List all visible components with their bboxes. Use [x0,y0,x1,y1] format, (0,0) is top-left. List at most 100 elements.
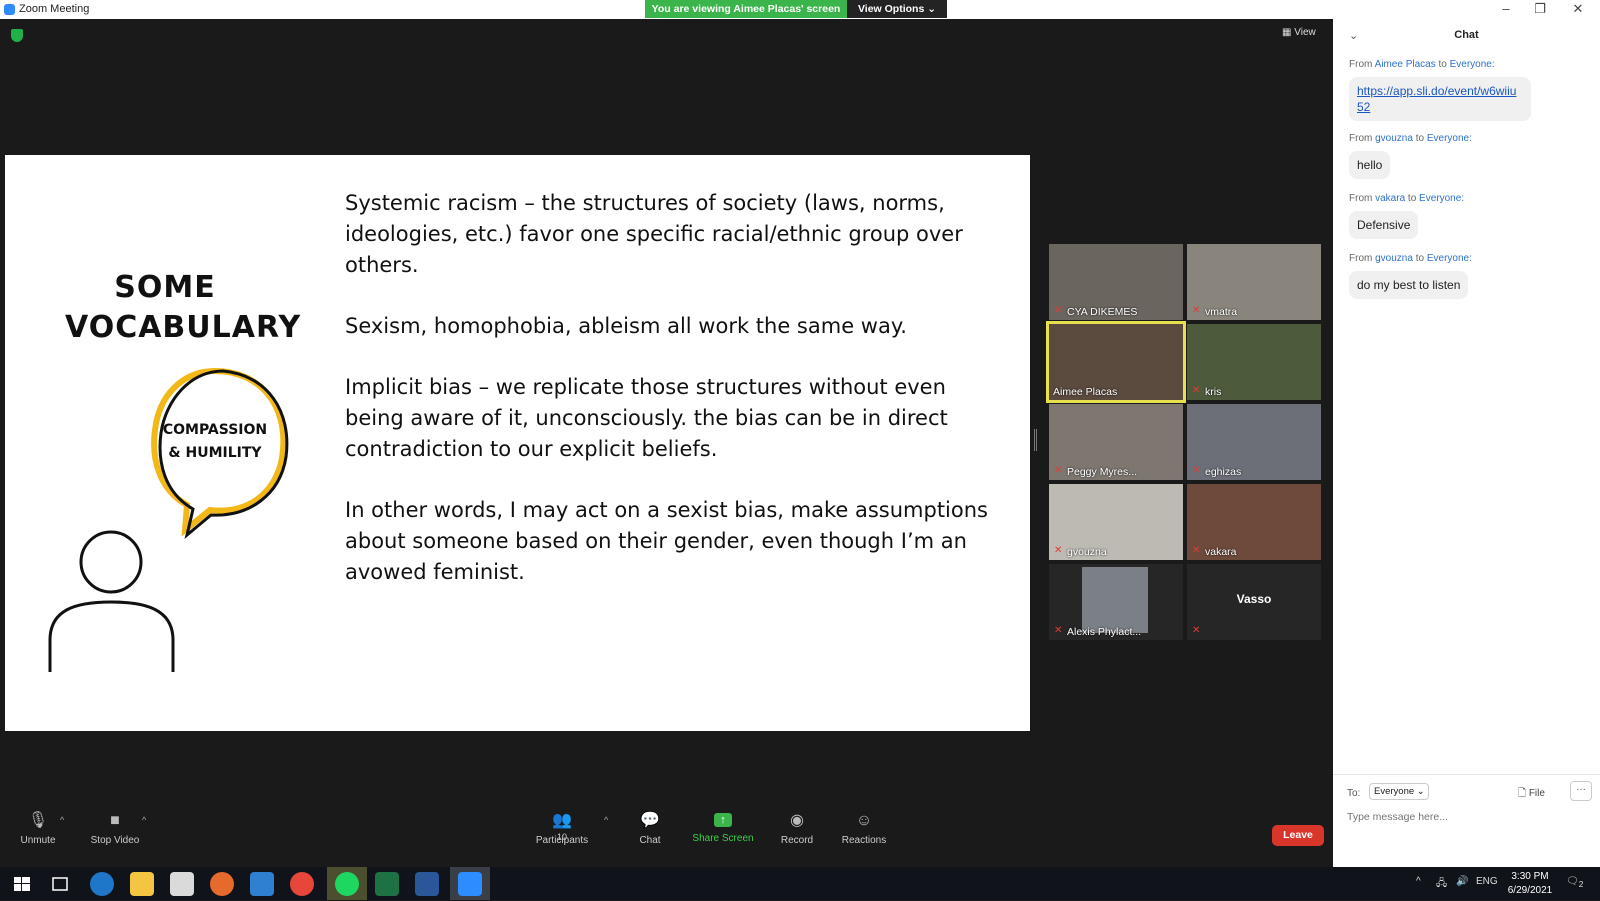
participant-name: CYA DIKEMES [1067,306,1138,318]
to-label: To: [1347,788,1361,799]
chat-message-link[interactable]: https://app.sli.do/event/w6wiiu52 [1349,77,1531,121]
chat-compose-area: To: Everyone ⌄ 🗋 File ··· [1333,774,1600,867]
chat-message-header: From gvouzna to Everyone: [1349,253,1589,264]
shared-screen-slide: SOME VOCABULARY COMPASSION & HUMILITY Sy… [5,155,1030,731]
title-bar: Zoom Meeting You are viewing Aimee Placa… [0,0,1600,19]
clock-time: 3:30 PM [1511,871,1549,882]
bubble-line2: & HUMILITY [168,445,262,461]
file-button[interactable]: 🗋 File [1518,786,1545,803]
security-shield-icon[interactable] [11,29,23,42]
chat-message-text: hello [1349,151,1391,179]
show-hidden-icons-icon[interactable]: ^ [1416,876,1421,887]
close-icon[interactable]: ✕ [1568,1,1588,17]
restore-icon[interactable]: ❐ [1530,1,1550,17]
share-screen-button[interactable]: ↑ Share Screen [683,813,763,844]
volume-icon[interactable]: 🔊 [1456,876,1468,887]
profile-photo [1082,567,1148,633]
word-icon[interactable] [415,872,439,896]
network-icon[interactable]: 🖧 [1436,876,1447,893]
chat-message: From gvouzna to Everyone: hello [1349,133,1589,179]
participant-tile-active-speaker[interactable]: Aimee Placas [1046,321,1186,403]
meeting-toolbar: 🎙 Unmute ^ ■ Stop Video ^ 👥10 Participan… [0,805,1333,867]
zoom-taskbar-icon[interactable] [458,872,482,896]
muted-mic-icon: ✕ [1192,625,1201,636]
participant-tile[interactable]: ✕ kris [1187,324,1321,400]
video-options-chevron-icon[interactable]: ^ [142,815,146,825]
edge-browser-icon[interactable] [90,872,114,896]
file-label: File [1528,788,1545,799]
person-icon [48,530,175,672]
chrome-icon[interactable] [290,872,314,896]
view-label: View [1294,27,1316,38]
smiley-icon: ☺ [855,812,873,829]
chat-button[interactable]: 💬 Chat [610,812,690,847]
notifications-icon[interactable]: 🗨2 [1566,876,1583,889]
file-explorer-icon[interactable] [130,872,154,896]
sender-name[interactable]: vakara [1375,193,1405,204]
participant-tile[interactable]: ✕ CYA DIKEMES [1049,244,1183,320]
to-word: to [1415,133,1425,144]
slide-paragraph: In other words, I may act on a sexist bi… [345,498,988,584]
participant-tile[interactable]: ✕ vmatra [1187,244,1321,320]
share-screen-label: Share Screen [692,833,754,844]
spotify-icon[interactable] [335,872,359,896]
participant-tile[interactable]: ✕ eghizas [1187,404,1321,480]
participant-tile[interactable]: ✕ Peggy Myres... [1049,404,1183,480]
recipient-name: Everyone: [1449,59,1495,70]
view-button[interactable]: ▦ View [1282,27,1316,38]
mail-icon[interactable] [250,872,274,896]
splitter-handle[interactable] [1034,429,1037,451]
windows-start-icon[interactable] [10,872,34,896]
participant-tile[interactable]: ✕ Alexis Phylact... [1049,564,1183,640]
audio-options-chevron-icon[interactable]: ^ [60,815,64,825]
slide-heading-line2: VOCABULARY [65,310,302,345]
view-options-button[interactable]: View Options ⌄ [847,0,947,18]
chat-message: From vakara to Everyone: Defensive [1349,193,1589,239]
excel-icon[interactable] [375,872,399,896]
participant-name: kris [1205,386,1222,398]
sender-name[interactable]: Aimee Placas [1375,59,1436,70]
chat-message-header: From vakara to Everyone: [1349,193,1589,204]
from-word: From [1349,253,1373,264]
more-options-button[interactable]: ··· [1570,781,1592,801]
chat-message: From gvouzna to Everyone: do my best to … [1349,253,1589,299]
chat-message-text: do my best to listen [1349,271,1469,299]
chat-title: Chat [1454,29,1479,41]
participant-name: gvouzna [1067,546,1107,558]
participant-name: vmatra [1205,306,1238,318]
leave-button[interactable]: Leave [1272,825,1324,846]
participant-name: Aimee Placas [1053,386,1118,398]
clock-date: 6/29/2021 [1507,885,1553,896]
participant-tile[interactable]: ✕ gvouzna [1049,484,1183,560]
sender-name[interactable]: gvouzna [1375,133,1413,144]
chat-bubble-icon: 💬 [640,812,660,829]
recipient-name: Everyone: [1426,133,1472,144]
notification-count: 2 [1578,879,1584,889]
slide-paragraph: Implicit bias – we replicate those struc… [345,375,948,461]
chat-message-input[interactable] [1347,811,1587,823]
reactions-button[interactable]: ☺ Reactions [824,812,904,847]
participant-name: Peggy Myres... [1067,466,1138,478]
participants-button[interactable]: 👥10 Participants [522,813,602,847]
language-indicator[interactable]: ENG [1476,876,1498,887]
participant-name: vakara [1205,546,1237,558]
minimize-icon[interactable]: – [1496,1,1516,16]
store-icon[interactable] [170,872,194,896]
participants-options-chevron-icon[interactable]: ^ [604,815,608,825]
firefox-icon[interactable] [210,872,234,896]
slide-paragraph: Systemic racism – the structures of soci… [345,191,963,277]
sender-name[interactable]: gvouzna [1375,253,1413,264]
recipient-select[interactable]: Everyone ⌄ [1369,783,1429,800]
participant-tile[interactable]: ✕ vakara [1187,484,1321,560]
participant-name: Alexis Phylact... [1067,626,1142,638]
unmute-button[interactable]: 🎙 Unmute [0,813,78,847]
slide-body: Systemic racism – the structures of soci… [345,188,995,618]
chat-panel: ⌄ Chat From Aimee Placas to Everyone: ht… [1333,19,1600,867]
zoom-app-icon [4,4,15,15]
system-clock[interactable]: 3:30 PM 6/29/2021 [1500,870,1560,898]
chat-message-header: From Aimee Placas to Everyone: [1349,59,1589,70]
reactions-label: Reactions [841,835,887,846]
task-view-icon[interactable] [48,872,72,896]
slide-heading-line1: SOME [114,270,216,305]
participant-tile[interactable]: Vasso ✕ [1187,564,1321,640]
